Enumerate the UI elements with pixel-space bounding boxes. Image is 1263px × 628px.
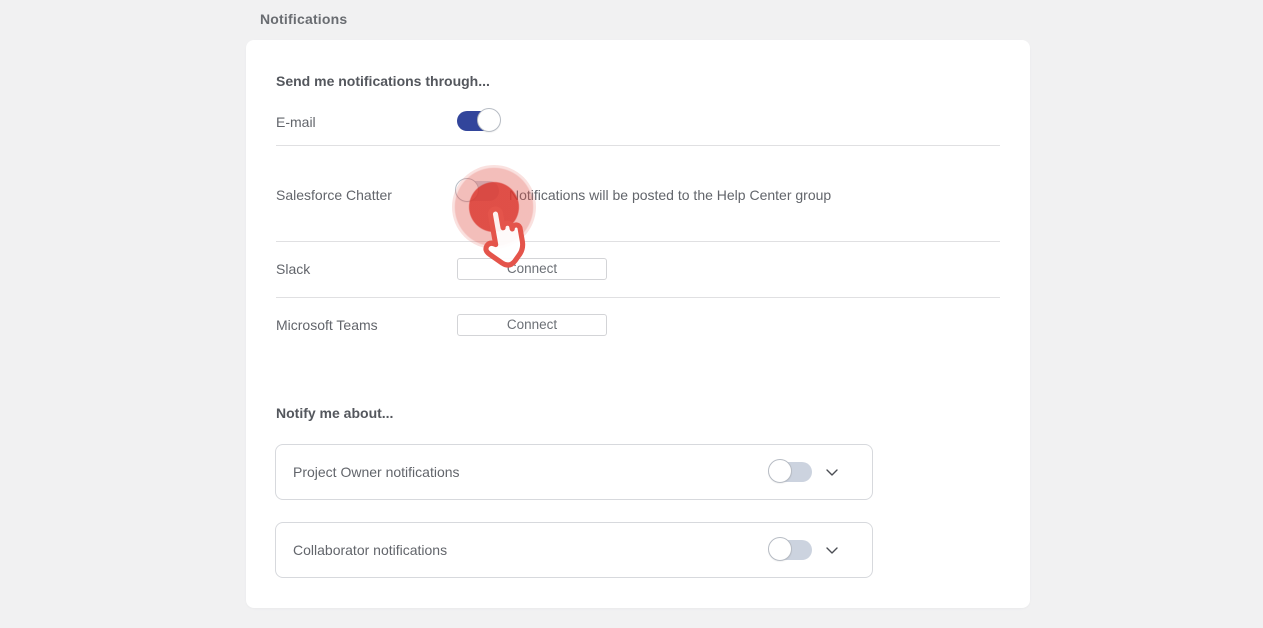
toggle-thumb — [768, 459, 792, 483]
salesforce-chatter-label: Salesforce Chatter — [276, 187, 392, 203]
divider — [276, 241, 1000, 242]
slack-connect-button[interactable]: Connect — [457, 258, 607, 280]
project-owner-notifications-box: Project Owner notifications — [275, 444, 873, 500]
chevron-down-icon[interactable] — [824, 542, 840, 558]
page-title: Notifications — [260, 11, 347, 27]
toggle-thumb — [477, 108, 501, 132]
email-label: E-mail — [276, 114, 316, 130]
project-owner-notifications-label: Project Owner notifications — [293, 464, 460, 480]
salesforce-chatter-note: Notifications will be posted to the Help… — [509, 187, 831, 203]
slack-label: Slack — [276, 261, 310, 277]
notifications-card: Send me notifications through... E-mail … — [246, 40, 1030, 608]
chevron-down-icon[interactable] — [824, 464, 840, 480]
collaborator-notifications-label: Collaborator notifications — [293, 542, 447, 558]
microsoft-teams-label: Microsoft Teams — [276, 317, 378, 333]
project-owner-notifications-toggle[interactable] — [770, 462, 812, 482]
toggle-thumb — [455, 178, 479, 202]
email-toggle[interactable] — [457, 111, 499, 131]
collaborator-notifications-toggle[interactable] — [770, 540, 812, 560]
divider — [276, 145, 1000, 146]
collaborator-notifications-box: Collaborator notifications — [275, 522, 873, 578]
notify-section-heading: Notify me about... — [276, 405, 393, 421]
send-section-heading: Send me notifications through... — [276, 73, 490, 89]
microsoft-teams-connect-button[interactable]: Connect — [457, 314, 607, 336]
divider — [276, 297, 1000, 298]
toggle-thumb — [768, 537, 792, 561]
salesforce-chatter-toggle[interactable] — [457, 181, 499, 201]
